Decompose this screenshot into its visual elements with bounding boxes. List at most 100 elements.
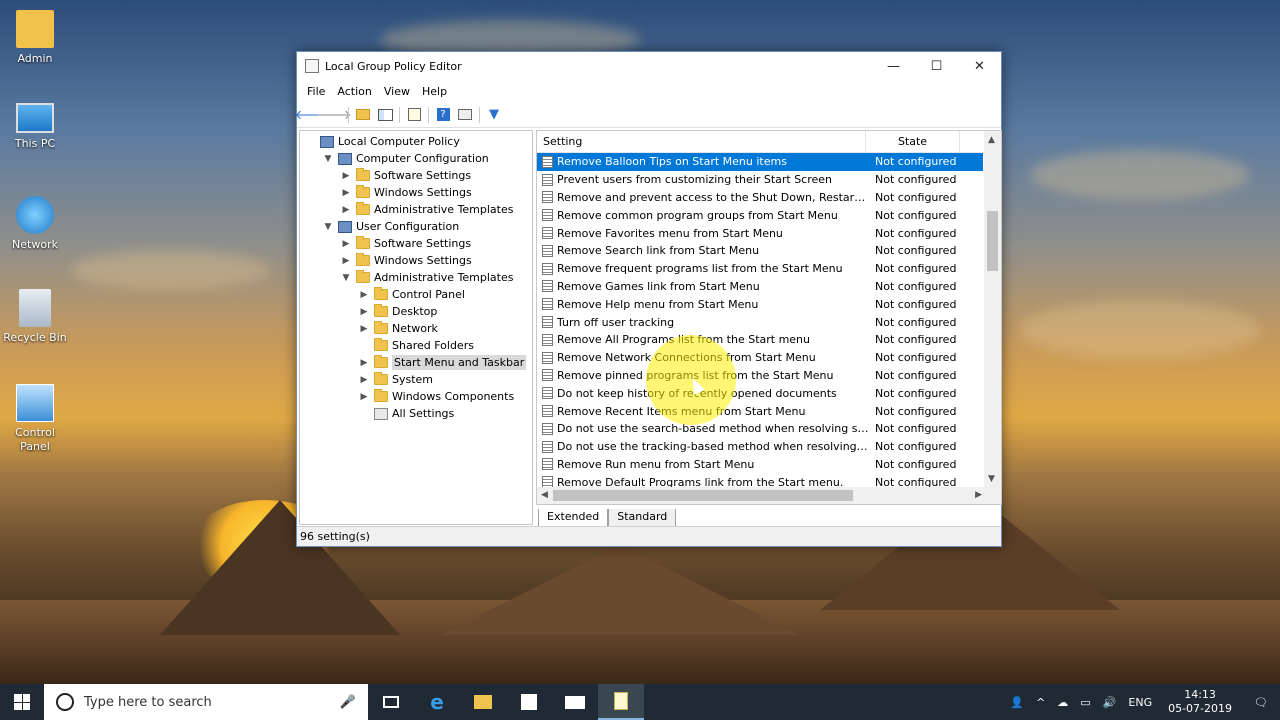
start-button[interactable] xyxy=(0,684,44,720)
expanded-chevron-icon[interactable]: ▼ xyxy=(322,154,334,164)
action-center-icon[interactable]: 🗨 xyxy=(1242,696,1280,709)
forward-button[interactable]: 🡒 xyxy=(317,104,352,126)
collapsed-chevron-icon[interactable]: ▶ xyxy=(358,290,370,300)
people-icon[interactable]: 👤 xyxy=(1004,696,1030,709)
minimize-button[interactable]: — xyxy=(872,52,915,80)
edge-button[interactable]: e xyxy=(414,684,460,720)
gpedit-taskbar-button[interactable] xyxy=(598,684,644,720)
tab-extended[interactable]: Extended xyxy=(538,509,609,527)
table-row[interactable]: Remove Balloon Tips on Start Menu items N… xyxy=(537,153,983,171)
tab-standard[interactable]: Standard xyxy=(608,509,677,527)
tree-node[interactable]: ▶ Windows Settings xyxy=(300,184,532,201)
scroll-up-icon[interactable]: ▲ xyxy=(988,135,995,145)
onedrive-icon[interactable]: ☁ xyxy=(1051,696,1074,709)
desktop-icon-this-pc[interactable]: This PC xyxy=(0,103,70,150)
collapsed-chevron-icon[interactable]: ▶ xyxy=(358,375,370,385)
tree-node[interactable]: ▼ User Configuration xyxy=(300,218,532,235)
table-row[interactable]: Do not use the tracking-based method whe… xyxy=(537,438,1001,456)
export-list-icon[interactable] xyxy=(403,104,425,126)
desktop-icon-recycle-bin[interactable]: Recycle Bin xyxy=(0,289,70,344)
file-explorer-button[interactable] xyxy=(460,684,506,720)
collapsed-chevron-icon[interactable]: ▶ xyxy=(340,256,352,266)
collapsed-chevron-icon[interactable]: ▶ xyxy=(358,392,370,402)
scroll-thumb[interactable] xyxy=(987,211,998,271)
table-row[interactable]: Remove Recent Items menu from Start Menu… xyxy=(537,402,1001,420)
volume-icon[interactable]: 🔊 xyxy=(1097,696,1123,709)
table-row[interactable]: Remove pinned programs list from the Sta… xyxy=(537,367,1001,385)
store-button[interactable] xyxy=(506,684,552,720)
microphone-icon[interactable]: 🎤 xyxy=(340,695,356,710)
menu-action[interactable]: Action xyxy=(331,85,377,98)
scroll-left-icon[interactable]: ◀ xyxy=(541,490,548,500)
table-row[interactable]: Remove Run menu from Start Menu Not confi… xyxy=(537,456,1001,474)
tree-node[interactable]: ▶ Software Settings xyxy=(300,235,532,252)
collapsed-chevron-icon[interactable]: ▶ xyxy=(358,307,370,317)
table-row[interactable]: Remove Games link from Start Menu Not con… xyxy=(537,278,1001,296)
table-row[interactable]: Remove and prevent access to the Shut Do… xyxy=(537,189,1001,207)
collapsed-chevron-icon[interactable]: ▶ xyxy=(340,239,352,249)
column-header-setting[interactable]: Setting xyxy=(537,131,866,152)
clock[interactable]: 14:13 05-07-2019 xyxy=(1158,688,1242,716)
tree-node[interactable]: ▶ Software Settings xyxy=(300,167,532,184)
taskbar-search[interactable]: Type here to search 🎤 xyxy=(44,684,368,720)
tree-node[interactable]: ▶ Windows Components xyxy=(300,388,532,405)
table-row[interactable]: Remove Favorites menu from Start Menu Not… xyxy=(537,224,1001,242)
desktop-icon-control-panel[interactable]: Control Panel xyxy=(0,384,70,454)
table-row[interactable]: Do not keep history of recently opened d… xyxy=(537,384,1001,402)
tree-node[interactable]: ▶ Desktop xyxy=(300,303,532,320)
tree-node[interactable]: ▶ System xyxy=(300,371,532,388)
collapsed-chevron-icon[interactable]: ▶ xyxy=(340,171,352,181)
hscroll-thumb[interactable] xyxy=(553,490,853,501)
vertical-scrollbar[interactable]: ▲ ▼ xyxy=(984,131,1001,504)
tree-node[interactable]: All Settings xyxy=(300,405,532,422)
collapsed-chevron-icon[interactable]: ▶ xyxy=(340,205,352,215)
tree-node[interactable]: ▶ Control Panel xyxy=(300,286,532,303)
help-icon[interactable]: ? xyxy=(432,104,454,126)
table-row[interactable]: Remove common program groups from Start … xyxy=(537,206,1001,224)
table-row[interactable]: Remove Search link from Start Menu Not co… xyxy=(537,242,1001,260)
task-view-button[interactable] xyxy=(368,684,414,720)
language-indicator[interactable]: ENG xyxy=(1122,696,1158,709)
table-row[interactable]: Remove Network Connections from Start Me… xyxy=(537,349,1001,367)
horizontal-scrollbar[interactable]: ◀ ▶ xyxy=(537,487,986,504)
table-row[interactable]: Turn off user tracking Not configured xyxy=(537,313,1001,331)
chevron-up-icon[interactable]: ^ xyxy=(1030,696,1051,709)
mail-button[interactable] xyxy=(552,684,598,720)
menu-help[interactable]: Help xyxy=(416,85,453,98)
tree-node[interactable]: Shared Folders xyxy=(300,337,532,354)
filter-icon[interactable]: ▼ xyxy=(483,104,505,126)
title-bar[interactable]: Local Group Policy Editor — ☐ ✕ xyxy=(297,52,1001,80)
tree-node[interactable]: ▶ Network xyxy=(300,320,532,337)
table-row[interactable]: Prevent users from customizing their Sta… xyxy=(537,171,1001,189)
table-row[interactable]: Remove All Programs list from the Start … xyxy=(537,331,1001,349)
collapsed-chevron-icon[interactable]: ▶ xyxy=(358,324,370,334)
properties-icon[interactable] xyxy=(454,104,476,126)
tree-pane[interactable]: Local Computer Policy ▼ Computer Configura… xyxy=(299,130,533,525)
settings-list[interactable]: Setting State Remove Balloon Tips on Sta… xyxy=(536,130,1002,505)
up-folder-icon[interactable] xyxy=(352,104,374,126)
scroll-down-icon[interactable]: ▼ xyxy=(988,474,995,484)
tree-node[interactable]: ▼ Computer Configuration xyxy=(300,150,532,167)
search-input[interactable]: Type here to search xyxy=(84,695,212,710)
menu-file[interactable]: File xyxy=(301,85,331,98)
close-button[interactable]: ✕ xyxy=(958,52,1001,80)
column-header-state[interactable]: State xyxy=(866,131,960,152)
table-row[interactable]: Remove frequent programs list from the S… xyxy=(537,260,1001,278)
scroll-right-icon[interactable]: ▶ xyxy=(975,490,982,500)
menu-view[interactable]: View xyxy=(378,85,416,98)
desktop-icon-admin[interactable]: Admin xyxy=(0,10,70,65)
table-row[interactable]: Remove Help menu from Start Menu Not conf… xyxy=(537,295,1001,313)
expanded-chevron-icon[interactable]: ▼ xyxy=(340,273,352,283)
tree-node[interactable]: ▶ Start Menu and Taskbar xyxy=(300,354,532,371)
network-tray-icon[interactable]: ▭ xyxy=(1074,696,1096,709)
tree-node[interactable]: Local Computer Policy xyxy=(300,133,532,150)
collapsed-chevron-icon[interactable]: ▶ xyxy=(340,188,352,198)
tree-node[interactable]: ▶ Windows Settings xyxy=(300,252,532,269)
collapsed-chevron-icon[interactable]: ▶ xyxy=(358,358,370,368)
tree-node[interactable]: ▶ Administrative Templates xyxy=(300,201,532,218)
table-row[interactable]: Do not use the search-based method when … xyxy=(537,420,1001,438)
tree-node[interactable]: ▼ Administrative Templates xyxy=(300,269,532,286)
expanded-chevron-icon[interactable]: ▼ xyxy=(322,222,334,232)
show-hide-tree-icon[interactable] xyxy=(374,104,396,126)
maximize-button[interactable]: ☐ xyxy=(915,52,958,80)
